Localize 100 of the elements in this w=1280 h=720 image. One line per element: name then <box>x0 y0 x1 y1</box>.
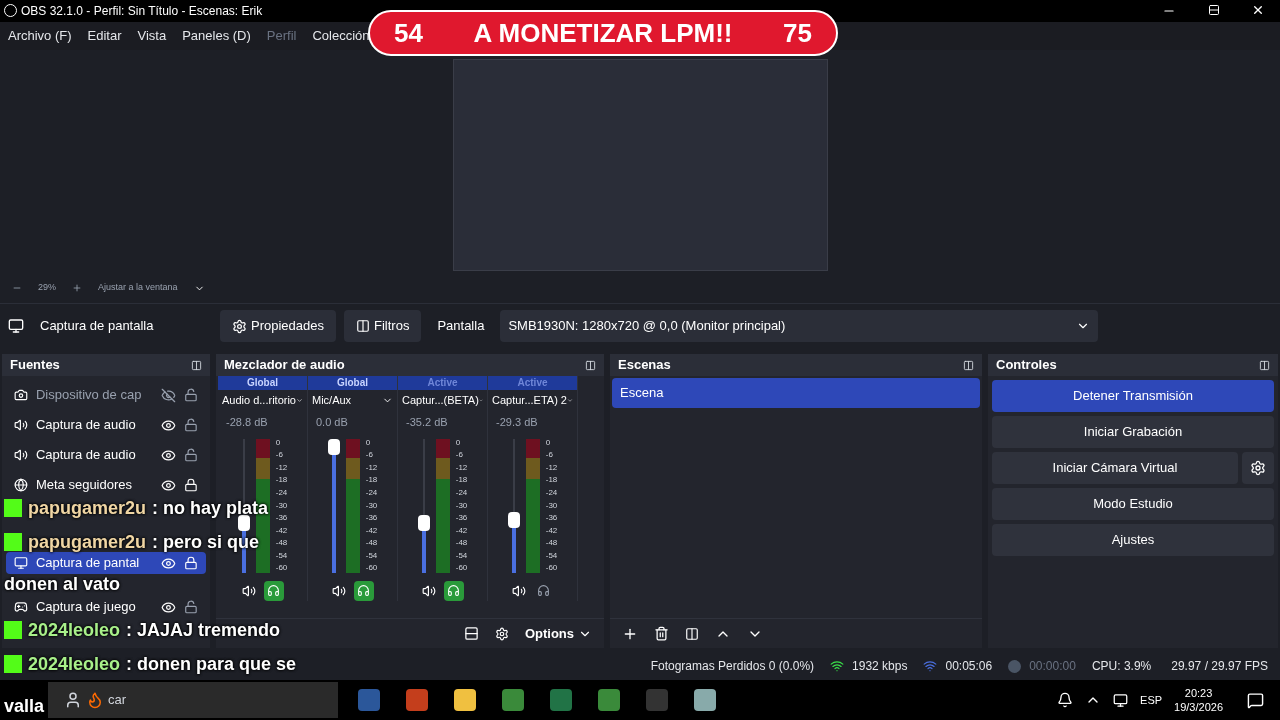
scale-label: -60 <box>545 564 558 573</box>
slider-thumb[interactable] <box>507 511 520 528</box>
restore-icon[interactable] <box>1208 3 1220 16</box>
undock-icon[interactable] <box>963 359 974 371</box>
channel-name[interactable]: Mic/Aux <box>312 391 352 409</box>
gamepad-icon <box>14 600 28 615</box>
chat-message: valla <box>4 695 45 717</box>
scale-label: -30 <box>365 501 378 510</box>
scale-label: -30 <box>455 501 468 510</box>
menu-item[interactable]: Vista <box>137 26 167 46</box>
control-button[interactable]: Modo Estudio <box>992 488 1274 521</box>
zoom-in-icon[interactable] <box>72 283 82 294</box>
chat-username: 2024leoleo <box>28 652 121 676</box>
chat-message: : donen para que se <box>126 652 297 676</box>
speaker-icon[interactable] <box>511 583 526 598</box>
speaker-icon[interactable] <box>331 583 346 598</box>
volume-reading: -35.2 dB <box>405 415 449 431</box>
scene-item[interactable]: Escena <box>612 378 980 409</box>
filters-button[interactable]: Filtros <box>344 310 422 343</box>
volume-slider[interactable] <box>417 438 430 573</box>
flame-icon <box>86 691 104 710</box>
monitor-toggle[interactable] <box>443 580 464 601</box>
kick-logo-icon <box>4 499 22 517</box>
scale-label: -54 <box>455 551 468 560</box>
dock-title: Controles <box>996 356 1057 375</box>
undock-icon[interactable] <box>191 359 202 371</box>
menu-item[interactable]: Colección <box>312 26 370 46</box>
unlocked-icon[interactable] <box>184 418 198 433</box>
channel-mode: Global <box>218 376 307 391</box>
taskbar-app-icon[interactable] <box>454 689 476 712</box>
dropped-frames: Fotogramas Perdidos 0 (0.0%) <box>642 657 823 676</box>
display-label: Pantalla <box>436 317 486 336</box>
volume-reading: -29.3 dB <box>495 415 539 431</box>
channel-name[interactable]: Captur...ETA) 2 <box>492 391 567 409</box>
settings-button[interactable] <box>1242 452 1274 485</box>
filter-icon[interactable] <box>685 626 699 641</box>
undock-icon[interactable] <box>1259 359 1270 371</box>
chat-message: : no hay plata <box>152 496 269 520</box>
channel-name[interactable]: Captur...(BETA) <box>402 391 479 409</box>
settings-icon[interactable] <box>494 626 509 641</box>
volume-slider[interactable] <box>327 438 340 573</box>
scale-label: -12 <box>365 463 378 472</box>
lock-icon[interactable] <box>184 556 198 571</box>
scale-label: -6 <box>545 451 554 460</box>
properties-button[interactable]: Propiedades <box>220 310 336 343</box>
control-button[interactable]: Iniciar Cámara Virtual <box>992 452 1238 485</box>
monitor-toggle[interactable] <box>263 580 284 601</box>
filter-icon <box>356 319 370 334</box>
layout-icon[interactable] <box>463 626 479 642</box>
menu-item[interactable]: Paneles (D) <box>182 26 251 46</box>
chat-username: papugamer2u <box>28 530 147 554</box>
scale-label: -48 <box>275 539 288 548</box>
volume-slider[interactable] <box>507 438 520 573</box>
channel-mode: Active <box>398 376 487 391</box>
eye-off-icon[interactable] <box>161 387 177 403</box>
scale-label: -12 <box>455 463 468 472</box>
options-button[interactable]: Options <box>524 623 592 644</box>
clock-date[interactable]: 19/3/2026 <box>1174 700 1223 715</box>
source-item[interactable]: Captura de juego <box>6 596 206 619</box>
scale-label: -18 <box>275 476 288 485</box>
channel-name[interactable]: Audio d...ritorio <box>222 391 296 409</box>
source-item[interactable]: Captura de audio <box>6 414 206 437</box>
trash-icon[interactable] <box>654 626 669 642</box>
control-button[interactable]: Detener Transmisión <box>992 380 1274 413</box>
headphones-icon <box>537 584 550 598</box>
search-field[interactable]: car <box>48 682 338 719</box>
scale-label: -6 <box>365 451 374 460</box>
menu-item[interactable]: Archivo (F) <box>8 26 72 46</box>
fit-button[interactable]: Ajustar a la ventana <box>98 281 178 295</box>
speaker-icon[interactable] <box>421 583 436 598</box>
unlocked-icon[interactable] <box>184 388 198 403</box>
source-item[interactable]: Meta seguidores <box>6 474 206 497</box>
slider-thumb[interactable] <box>417 515 430 532</box>
scale-label: -30 <box>545 501 558 510</box>
gear-icon <box>1250 460 1266 477</box>
scale-label: -42 <box>455 526 468 535</box>
source-item[interactable]: Captura de pantal <box>6 552 206 575</box>
volume-reading: 0.0 dB <box>315 415 349 431</box>
clock-time[interactable]: 20:23 <box>1184 686 1213 701</box>
menu-item[interactable]: Editar <box>87 26 122 46</box>
taskbar-app-icon[interactable] <box>694 689 716 712</box>
control-button[interactable]: Ajustes <box>992 524 1274 557</box>
close-icon[interactable] <box>1252 3 1264 16</box>
scale-label: 0 <box>275 438 282 447</box>
unlocked-icon[interactable] <box>184 600 198 615</box>
scale-label: -24 <box>455 488 468 497</box>
unlocked-icon[interactable] <box>184 448 198 463</box>
keyboard-language[interactable]: ESP <box>1140 691 1163 709</box>
control-button[interactable]: Iniciar Grabación <box>992 416 1274 449</box>
source-item[interactable]: Dispositivo de cap <box>6 384 206 407</box>
bitrate: 1932 kbps <box>851 658 909 676</box>
notifications-icon[interactable] <box>1247 691 1264 709</box>
speaker-icon[interactable] <box>241 583 256 598</box>
slider-thumb[interactable] <box>327 438 340 455</box>
undock-icon[interactable] <box>585 359 596 371</box>
source-item[interactable]: Captura de audio <box>6 444 206 467</box>
scale-label: -24 <box>275 488 288 497</box>
monitor-toggle[interactable] <box>353 580 374 601</box>
display-select[interactable]: SMB1930N: 1280x720 @ 0,0 (Monitor principal) <box>500 310 1099 343</box>
lock-icon[interactable] <box>184 478 198 493</box>
